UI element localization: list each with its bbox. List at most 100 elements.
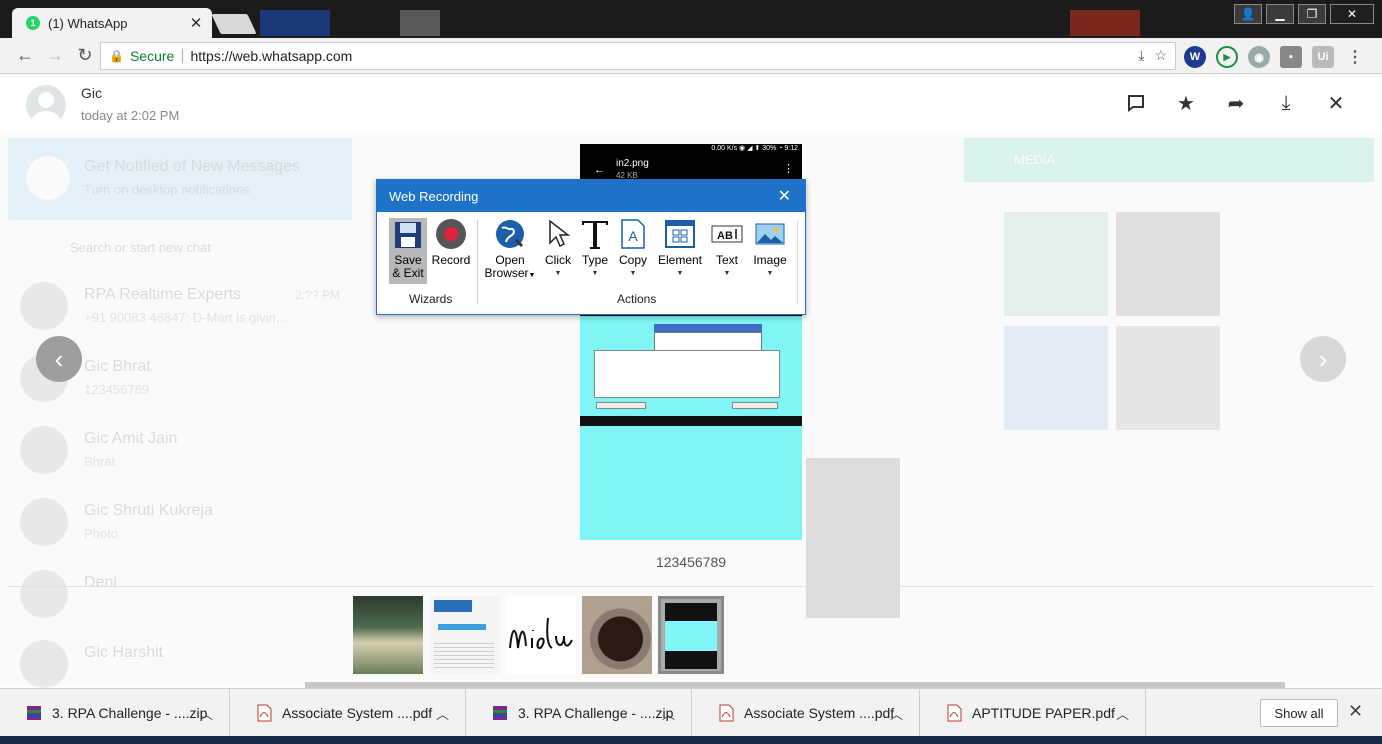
window-close-icon[interactable]: ✕ bbox=[1330, 4, 1374, 24]
record-button[interactable]: Record bbox=[431, 218, 471, 267]
ad-button-block bbox=[438, 624, 486, 630]
maximize-icon[interactable]: ❐ bbox=[1298, 4, 1326, 24]
element-button[interactable]: Element ▼ bbox=[657, 218, 703, 280]
dialog-close-icon[interactable]: ✕ bbox=[778, 186, 791, 206]
download-item[interactable]: 3. RPA Challenge - ....zip ︿ bbox=[0, 689, 230, 737]
media-thumb bbox=[1116, 326, 1220, 430]
download-filename: Associate System ....pdf bbox=[282, 705, 433, 721]
chevron-up-icon[interactable]: ︿ bbox=[436, 704, 449, 723]
os-taskbar bbox=[0, 736, 1382, 744]
tab-whatsapp[interactable]: 1 (1) WhatsApp ✕ bbox=[12, 8, 212, 38]
thumbnail-chocolate-photo[interactable] bbox=[582, 596, 652, 674]
chevron-up-icon[interactable]: ︿ bbox=[1116, 704, 1129, 723]
dialog-titlebar: Web Recording ✕ bbox=[377, 180, 805, 212]
svg-text:AB: AB bbox=[717, 230, 733, 242]
extension-eye-icon[interactable]: ◉ bbox=[1248, 46, 1270, 68]
chevron-up-icon[interactable]: ︿ bbox=[200, 704, 213, 723]
chat-message: +91 90083 46847: D-Mart is givin... bbox=[84, 310, 287, 325]
phone-dropdown bbox=[654, 324, 762, 332]
go-to-message-icon[interactable] bbox=[1124, 91, 1148, 115]
close-viewer-icon[interactable]: ✕ bbox=[1324, 91, 1348, 115]
download-page-icon[interactable]: ⤓ bbox=[1138, 47, 1144, 64]
reload-icon[interactable]: ↻ bbox=[70, 45, 100, 66]
bookmark-star-icon[interactable]: ☆ bbox=[1154, 47, 1167, 64]
caret-icon: ▼ bbox=[723, 270, 731, 277]
star-icon[interactable]: ★ bbox=[1174, 91, 1198, 115]
download-item[interactable]: Associate System ....pdf ︿ bbox=[230, 689, 466, 737]
image-label: Image bbox=[753, 253, 787, 267]
phone-back-icon: ← bbox=[594, 164, 605, 176]
download-item[interactable]: 3. RPA Challenge - ....zip ︿ bbox=[466, 689, 692, 737]
extension-square-icon[interactable]: ▪ bbox=[1280, 46, 1302, 68]
save-exit-button[interactable]: Save & Exit bbox=[389, 218, 427, 284]
phone-button bbox=[732, 402, 778, 409]
chat-avatar bbox=[20, 570, 68, 618]
dialog-title: Web Recording bbox=[389, 188, 479, 204]
download-icon[interactable]: ⤓ bbox=[1274, 91, 1298, 115]
pdf-file-icon bbox=[257, 704, 272, 722]
forward-icon[interactable]: ➦ bbox=[1224, 91, 1248, 115]
url-text[interactable]: https://web.whatsapp.com bbox=[190, 48, 352, 64]
open-browser-line2: Browser bbox=[484, 266, 529, 280]
phone-form-screenshot bbox=[580, 316, 802, 540]
next-media-button[interactable]: › bbox=[1300, 336, 1346, 382]
chat-avatar bbox=[20, 282, 68, 330]
chat-name: Gic Amit Jain bbox=[84, 430, 178, 447]
record-label: Record bbox=[431, 253, 471, 267]
web-recording-dialog: Web Recording ✕ Save & Exit Record Open … bbox=[376, 179, 806, 315]
download-item[interactable]: Associate System ....pdf ︿ bbox=[692, 689, 920, 737]
download-item[interactable]: APTITUDE PAPER.pdf ︿ bbox=[920, 689, 1146, 737]
actions-group-label: Actions bbox=[617, 292, 657, 306]
type-label: Type bbox=[581, 253, 608, 267]
phone-file-name: in2.png bbox=[616, 158, 649, 169]
notify-banner: Get Notified of New Messages Turn on des… bbox=[8, 138, 352, 220]
forward-icon[interactable]: → bbox=[40, 45, 70, 66]
click-button[interactable]: Click ▼ bbox=[541, 218, 575, 280]
close-shelf-icon[interactable]: ✕ bbox=[1348, 701, 1363, 722]
new-tab-button[interactable] bbox=[211, 14, 257, 34]
media-viewer-header: Gic today at 2:02 PM ★ ➦ ⤓ ✕ bbox=[0, 75, 1382, 133]
download-filename: Associate System ....pdf bbox=[744, 705, 895, 721]
cursor-icon bbox=[549, 219, 571, 248]
sender-avatar bbox=[26, 85, 66, 125]
record-icon bbox=[436, 219, 466, 249]
minimize-icon[interactable]: ▁ bbox=[1266, 4, 1294, 24]
chevron-up-icon[interactable]: ︿ bbox=[662, 704, 675, 723]
image-button[interactable]: Image ▼ bbox=[751, 218, 789, 280]
open-browser-button[interactable]: Open Browser▼ bbox=[483, 218, 537, 282]
thumb-dark-band bbox=[665, 603, 717, 621]
click-label: Click bbox=[545, 253, 571, 267]
download-filename: 3. RPA Challenge - ....zip bbox=[518, 705, 674, 721]
thumbnail-spreadsheet-photo[interactable] bbox=[353, 596, 423, 674]
media-tab: MEDIA bbox=[1014, 152, 1056, 167]
chevron-up-icon[interactable]: ︿ bbox=[890, 704, 903, 723]
thumbnail-signature[interactable] bbox=[506, 596, 576, 674]
user-icon[interactable]: 👤 bbox=[1234, 4, 1262, 24]
whatsapp-favicon-icon: 1 bbox=[26, 16, 40, 30]
thumbnail-cashback-ad[interactable] bbox=[430, 596, 500, 674]
thumb-dark-band bbox=[665, 651, 717, 669]
notify-title: Get Notified of New Messages bbox=[84, 158, 301, 175]
extension-play-icon[interactable]: ▶ bbox=[1216, 46, 1238, 68]
copy-button[interactable]: A Copy ▼ bbox=[617, 218, 649, 280]
extension-ui-icon[interactable]: Ui bbox=[1312, 46, 1334, 68]
svg-text:A: A bbox=[628, 228, 638, 244]
text-button[interactable]: AB Text ▼ bbox=[709, 218, 745, 280]
chat-row: Gic Harshit bbox=[20, 640, 340, 690]
globe-icon bbox=[496, 220, 524, 248]
chat-avatar bbox=[20, 498, 68, 546]
thumbnail-phone-screenshot[interactable] bbox=[658, 596, 724, 674]
back-icon[interactable]: ← bbox=[10, 45, 40, 66]
tab-close-icon[interactable]: ✕ bbox=[188, 14, 204, 32]
omnibox[interactable]: 🔒 Secure | https://web.whatsapp.com ⤓ ☆ bbox=[100, 42, 1176, 70]
toolbar-separator bbox=[477, 220, 478, 304]
address-bar-row: ← → ↻ 🔒 Secure | https://web.whatsapp.co… bbox=[0, 38, 1382, 74]
show-all-button[interactable]: Show all bbox=[1260, 699, 1338, 727]
extension-w-icon[interactable]: W bbox=[1184, 46, 1206, 68]
type-button[interactable]: Type ▼ bbox=[579, 218, 611, 280]
phone-dropdown-list bbox=[654, 332, 762, 352]
chat-avatar bbox=[20, 426, 68, 474]
chat-row: Gic Amit Jain Bhrat bbox=[20, 426, 340, 476]
previous-media-button[interactable]: ‹ bbox=[36, 336, 82, 382]
menu-kebab-icon[interactable]: ⋮ bbox=[1344, 46, 1366, 68]
